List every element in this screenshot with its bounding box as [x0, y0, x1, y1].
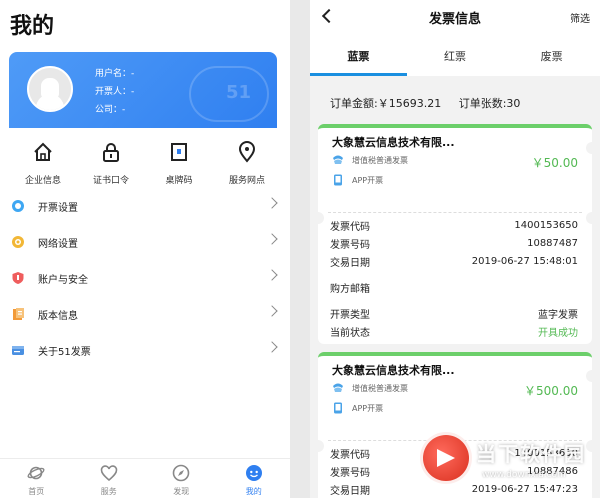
tab-red-invoice[interactable]: 红票 [407, 34, 504, 76]
bottom-tab-bar: 首页 服务 发现 我的 [0, 458, 290, 498]
invoice-channel: APP开票 [352, 175, 384, 185]
invoice-amount: ￥50.00 [531, 156, 578, 170]
quick-item-cert-password[interactable]: 证书口令 [77, 135, 145, 187]
user-info: 用户名：- 开票人：- 公司：- [95, 65, 134, 119]
tab-void-invoice[interactable]: 废票 [503, 34, 600, 76]
company-text: 公司：- [95, 105, 126, 115]
shield-icon [10, 270, 26, 286]
screenshot-root: 我的 51 用户名：- 开票人：- 公司：- 企业信息 证书口令 桌牌码 服务网… [0, 0, 600, 498]
quick-actions: 企业信息 证书口令 桌牌码 服务网点 [9, 135, 281, 187]
tablet-icon [166, 139, 192, 165]
tab-mine[interactable]: 我的 [218, 459, 291, 498]
chevron-right-icon [266, 197, 278, 209]
quick-item-table-code[interactable]: 桌牌码 [145, 135, 213, 187]
watermark-text: 当下软件园 [476, 442, 586, 466]
page-title: 发票信息 [428, 12, 481, 27]
chevron-right-icon [266, 341, 278, 353]
order-summary: 订单金额:￥15693.21 订单张数:30 [330, 95, 534, 111]
detail-row: 当前状态 开具成功 [330, 322, 578, 340]
menu-item-about[interactable]: 关于51发票 [0, 332, 290, 368]
detail-row: 交易日期 2019-06-27 15:48:01 [330, 255, 578, 269]
header: 发票信息 筛选 [310, 0, 600, 34]
detail-row: 开票类型 蓝字发票 [330, 309, 578, 321]
phone-icon [332, 174, 344, 186]
invoice-type-icon [332, 154, 344, 166]
house-icon [30, 139, 56, 165]
quick-item-service-points[interactable]: 服务网点 [213, 135, 281, 187]
profile-face-icon [244, 463, 264, 483]
invoice-type-tabs: 蓝票 红票 废票 [310, 34, 600, 76]
invoice-info-page: 发票信息 筛选 蓝票 红票 废票 订单金额:￥15693.21 订单张数:30 … [310, 0, 600, 498]
tab-blue-invoice[interactable]: 蓝票 [310, 34, 407, 76]
filter-button[interactable]: 筛选 [570, 10, 590, 25]
detail-row: 发票代码 1400153650 [330, 219, 578, 233]
menu-item-invoice-settings[interactable]: 开票设置 [0, 188, 290, 224]
tab-home[interactable]: 首页 [0, 459, 73, 498]
planet-icon [26, 463, 46, 483]
tab-discover[interactable]: 发现 [145, 459, 218, 498]
detail-row: 购方邮箱 [330, 283, 370, 295]
document-icon [10, 306, 26, 322]
lock-icon [98, 139, 124, 165]
page-title: 我的 [10, 14, 55, 39]
network-icon [10, 234, 26, 250]
menu-item-account-security[interactable]: 账户与安全 [0, 260, 290, 296]
invoice-type: 增值税普通发票 [352, 155, 408, 165]
user-card[interactable]: 51 用户名：- 开票人：- 公司：- [9, 52, 277, 128]
watermark-url: www.downxia.com [482, 470, 566, 480]
invoice-company: 大象慧云信息技术有限... [332, 136, 455, 149]
menu-item-network-settings[interactable]: 网络设置 [0, 224, 290, 260]
invoice-card[interactable]: 大象慧云信息技术有限... 增值税普通发票 APP开票 ￥50.00 发票代码 … [312, 124, 598, 344]
profile-page: 我的 51 用户名：- 开票人：- 公司：- 企业信息 证书口令 桌牌码 服务网… [0, 0, 290, 498]
compass-icon [171, 463, 191, 483]
chevron-right-icon [266, 305, 278, 317]
phone-icon [332, 402, 344, 414]
invoice-type-icon [332, 382, 344, 394]
invoice-channel: APP开票 [352, 403, 384, 413]
issuer-text: 开票人：- [95, 87, 135, 97]
card-watermark: 51 [225, 82, 251, 103]
invoice-amount: ￥500.00 [524, 384, 578, 398]
menu-item-version-info[interactable]: 版本信息 [0, 296, 290, 332]
invoice-settings-icon [10, 198, 26, 214]
invoice-type: 增值税普通发票 [352, 383, 408, 393]
username-text: 用户名：- [95, 69, 135, 79]
about-icon [10, 342, 26, 358]
site-watermark: 当下软件园 www.downxia.com [420, 428, 600, 498]
heart-icon [99, 463, 119, 483]
watermark-logo-icon [420, 432, 472, 484]
order-amount: 订单金额:￥15693.21 [330, 97, 442, 110]
tab-service[interactable]: 服务 [73, 459, 146, 498]
status-badge: 开具成功 [538, 327, 578, 339]
order-count: 订单张数:30 [458, 97, 521, 110]
invoice-company: 大象慧云信息技术有限... [332, 364, 455, 377]
quick-item-company-info[interactable]: 企业信息 [9, 135, 77, 187]
detail-row: 发票号码 10887487 [330, 237, 578, 251]
avatar[interactable] [27, 66, 73, 112]
chevron-right-icon [266, 233, 278, 245]
location-pin-icon [234, 139, 260, 165]
settings-menu: 开票设置 网络设置 账户与安全 版本信息 关于51发票 [0, 188, 290, 368]
invoice-details: 发票代码 1400153650 发票号码 10887487 交易日期 2019-06-… [318, 204, 592, 344]
chevron-right-icon [266, 269, 278, 281]
